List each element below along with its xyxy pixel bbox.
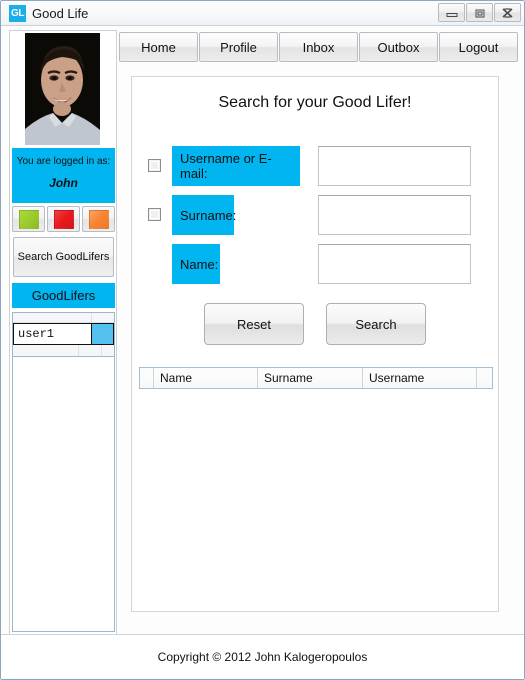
list-item-name: user1 — [13, 324, 92, 344]
tab-profile[interactable]: Profile — [199, 32, 278, 62]
results-table: Name Surname Username — [139, 367, 493, 389]
tab-home[interactable]: Home — [119, 32, 198, 62]
red-status-button[interactable] — [47, 206, 80, 232]
form-actions: Reset Search — [132, 303, 498, 345]
logged-in-label: You are logged in as: — [16, 156, 111, 167]
page-title: Search for your Good Lifer! — [218, 94, 412, 111]
list-header-row — [13, 313, 114, 323]
window-controls — [437, 3, 521, 23]
name-input[interactable] — [318, 244, 471, 284]
navigation-tabs: Home Profile Inbox Outbox Logout — [119, 32, 519, 62]
surname-label: Surname: — [172, 195, 236, 235]
green-status-button[interactable] — [12, 206, 45, 232]
results-header-spacer — [140, 368, 154, 388]
red-swatch-icon — [53, 209, 74, 229]
restore-icon[interactable] — [466, 3, 493, 22]
results-header-surname[interactable]: Surname — [258, 368, 363, 388]
surname-checkbox[interactable] — [148, 208, 161, 221]
username-label: Username or E-mail: — [172, 146, 300, 186]
list-footer-cell-3 — [102, 345, 114, 356]
application-window: GL Good Life You are logged in as: John … — [0, 0, 525, 680]
goodlifers-list[interactable]: user1 — [12, 312, 115, 632]
form-row-username: Username or E-mail: — [132, 146, 498, 186]
name-label: Name: — [172, 244, 220, 284]
results-header-username[interactable]: Username — [363, 368, 477, 388]
surname-input[interactable] — [318, 195, 471, 235]
list-footer-row — [13, 345, 114, 357]
list-item-color-swatch — [92, 324, 114, 344]
goodlifers-header: GoodLifers — [12, 283, 115, 308]
status-color-buttons — [12, 206, 115, 232]
orange-swatch-icon — [88, 209, 109, 229]
username-input[interactable] — [318, 146, 471, 186]
username-checkbox[interactable] — [148, 159, 161, 172]
search-goodlifers-button[interactable]: Search GoodLifers — [13, 237, 114, 277]
orange-status-button[interactable] — [82, 206, 115, 232]
list-footer-cell-1 — [13, 345, 79, 356]
tab-inbox[interactable]: Inbox — [279, 32, 358, 62]
copyright-text: Copyright © 2012 John Kalogeropoulos — [157, 650, 368, 664]
tab-outbox[interactable]: Outbox — [359, 32, 438, 62]
title-bar: GL Good Life — [1, 1, 524, 26]
form-row-name: Name: — [132, 244, 498, 284]
close-icon[interactable] — [494, 3, 521, 22]
minimize-icon[interactable] — [438, 3, 465, 22]
results-header-end — [477, 368, 492, 388]
search-button[interactable]: Search — [326, 303, 426, 345]
list-item[interactable]: user1 — [13, 323, 114, 345]
results-header-name[interactable]: Name — [154, 368, 258, 388]
list-header-color-cell — [92, 313, 114, 322]
reset-button[interactable]: Reset — [204, 303, 304, 345]
logged-in-banner: You are logged in as: John — [12, 148, 115, 203]
list-footer-cell-2 — [79, 345, 102, 356]
logged-in-username: John — [49, 176, 78, 190]
footer: Copyright © 2012 John Kalogeropoulos — [1, 635, 524, 679]
list-header-name-cell — [13, 313, 92, 322]
tab-logout[interactable]: Logout — [439, 32, 518, 62]
window-title: Good Life — [32, 6, 89, 21]
green-swatch-icon — [18, 209, 39, 229]
app-logo-icon: GL — [9, 5, 26, 22]
sidebar: You are logged in as: John Search GoodLi… — [9, 30, 117, 636]
list-empty-area — [13, 357, 114, 622]
avatar — [25, 33, 100, 145]
form-row-surname: Surname: — [132, 195, 498, 235]
search-panel: Search for your Good Lifer! Username or … — [131, 76, 499, 612]
